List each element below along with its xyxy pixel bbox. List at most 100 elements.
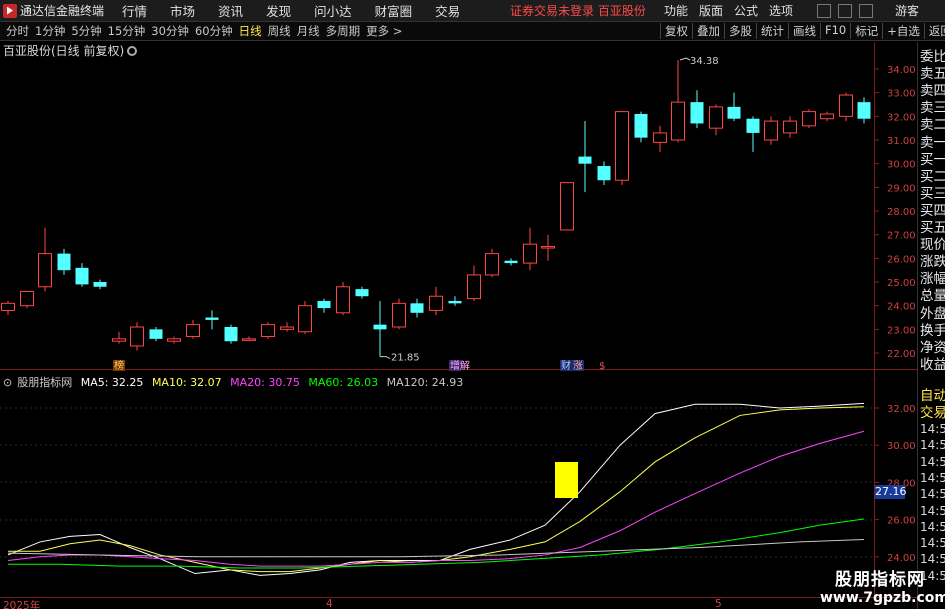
candle-body-down — [578, 156, 592, 164]
watermark-title: 股朋指标网 — [835, 570, 925, 590]
candle-body-up — [336, 286, 350, 314]
legend-ma120: MA120: 24.93 — [386, 376, 464, 389]
indicator-legend: ⊙ 股朋指标网 MA5: 32.25 MA10: 32.07 MA20: 30.7… — [3, 374, 468, 390]
candle-body-down — [317, 300, 331, 309]
candle-body-down — [746, 118, 760, 133]
price-axis-label: 22.00 — [887, 349, 916, 360]
candle-body-up — [560, 182, 574, 231]
event-label-unlock: 增解 — [450, 359, 470, 372]
indicator-settings-icon[interactable]: ⊙ — [3, 376, 12, 389]
tick-time: 14:56 — [920, 503, 945, 518]
candle-body-down — [857, 102, 871, 119]
candle-body-down — [224, 327, 238, 342]
tick-time: 14:56 — [920, 470, 945, 485]
candle-body-down — [410, 303, 424, 313]
candle-body-down — [205, 317, 219, 320]
price-axis-label: 23.00 — [887, 325, 916, 336]
legend-ma10: MA10: 32.07 — [151, 376, 222, 389]
candle-body-up — [764, 120, 778, 141]
high-price-label: 34.38 — [690, 56, 719, 67]
event-label-rise: 涨 — [573, 360, 583, 372]
high-marker — [679, 57, 691, 61]
event-label-dollar: $ — [599, 361, 605, 372]
candle-body-up — [261, 324, 275, 337]
candle-body-up — [280, 326, 294, 330]
low-marker — [380, 356, 391, 360]
quote-label: 收益 — [920, 356, 945, 373]
tick-time: 14:56 — [920, 519, 945, 534]
ma5-line — [7, 402, 865, 576]
candle-body-up — [839, 94, 853, 117]
price-axis-label: 31.00 — [887, 136, 916, 147]
candle-body-down — [75, 267, 89, 285]
candle-body-down — [690, 102, 704, 124]
candle-body-down — [448, 300, 462, 304]
candle-body-up — [671, 101, 685, 141]
ma10-line — [8, 406, 865, 573]
candle-body-up — [20, 290, 34, 307]
candle-body-up — [429, 295, 443, 311]
candle-body-down — [373, 324, 387, 330]
kline-chart[interactable]: 34.00 33.00 32.00 31.00 30.00 29.00 28.00 27.00… — [0, 0, 945, 609]
price-axis-label: 29.00 — [887, 183, 916, 194]
quote-panel: 委比 卖五 卖四 卖三 卖二 卖一 买一 买二 买三 买四 买五 现价 涨跌 涨幅 总量 外盘 换手 净资 收益 自动… — [917, 42, 945, 609]
indicator-axis-label: 24.00 — [887, 553, 916, 564]
signal-marker — [555, 462, 578, 498]
event-label-finance: 财 — [561, 359, 571, 372]
candle-body-up — [38, 253, 52, 288]
candle-body-up — [615, 111, 629, 181]
trade-toggle[interactable]: 交易 — [920, 401, 945, 421]
price-axis-label: 28.00 — [887, 207, 916, 218]
price-axis-label: 30.00 — [887, 160, 916, 171]
date-label-april: 4 — [326, 598, 333, 609]
candle-body-down — [93, 282, 107, 287]
candle-body-down — [504, 260, 518, 264]
price-axis-label: 34.00 — [887, 65, 916, 76]
candle-body-down — [355, 289, 369, 297]
indicator-axis-label: 32.00 — [887, 404, 916, 415]
price-axis-label: 27.00 — [887, 231, 916, 242]
candle-body-up — [186, 324, 200, 337]
candle-body-down — [634, 113, 648, 138]
watermark: 股朋指标网 www.7gpzb.com — [820, 565, 945, 606]
candle-body-up — [541, 246, 555, 249]
candle-body-up — [167, 338, 181, 342]
tick-time: 14:56 — [920, 487, 945, 502]
date-axis: 2025年 4 5 — [0, 598, 917, 609]
candle-body-down — [597, 166, 611, 181]
candle-body-up — [820, 113, 834, 120]
candle-body-up — [523, 243, 537, 264]
indicator-name[interactable]: 股朋指标网 — [17, 376, 72, 389]
legend-ma60: MA60: 26.03 — [308, 376, 379, 389]
price-axis-label: 26.00 — [887, 254, 916, 265]
candle-body-down — [727, 106, 741, 119]
candle-body-up — [709, 106, 723, 129]
candle-body-up — [467, 274, 481, 300]
watermark-url: www.7gpzb.com — [820, 590, 945, 606]
date-label-year: 2025年 — [3, 600, 41, 609]
candle-body-down — [57, 253, 71, 271]
price-axis-label: 25.00 — [887, 278, 916, 289]
indicator-axis-label: 26.00 — [887, 516, 916, 527]
candle-body-up — [653, 132, 667, 143]
price-axis-label: 24.00 — [887, 302, 916, 313]
tick-time: 14:56 — [920, 454, 945, 469]
indicator-axis-label: 30.00 — [887, 441, 916, 452]
candle-body-up — [298, 305, 312, 333]
date-label-may: 5 — [715, 598, 722, 609]
price-axis-label: 33.00 — [887, 89, 916, 100]
candle-body-down — [149, 329, 163, 339]
candle-body-up — [130, 326, 144, 347]
price-axis-label: 32.00 — [887, 112, 916, 123]
cursor-value-tag: 27.16 — [875, 485, 907, 499]
candle-body-up — [802, 111, 816, 127]
candle-body-up — [1, 302, 15, 311]
candle-body-up — [783, 120, 797, 134]
legend-ma5: MA5: 32.25 — [80, 376, 144, 389]
legend-ma20: MA20: 30.75 — [230, 376, 300, 389]
candle-body-up — [112, 338, 126, 342]
candle-body-up — [392, 302, 406, 328]
tick-time: 14:56 — [920, 422, 945, 436]
tick-time: 14:56 — [920, 438, 945, 453]
low-price-label: 21.85 — [391, 353, 420, 364]
